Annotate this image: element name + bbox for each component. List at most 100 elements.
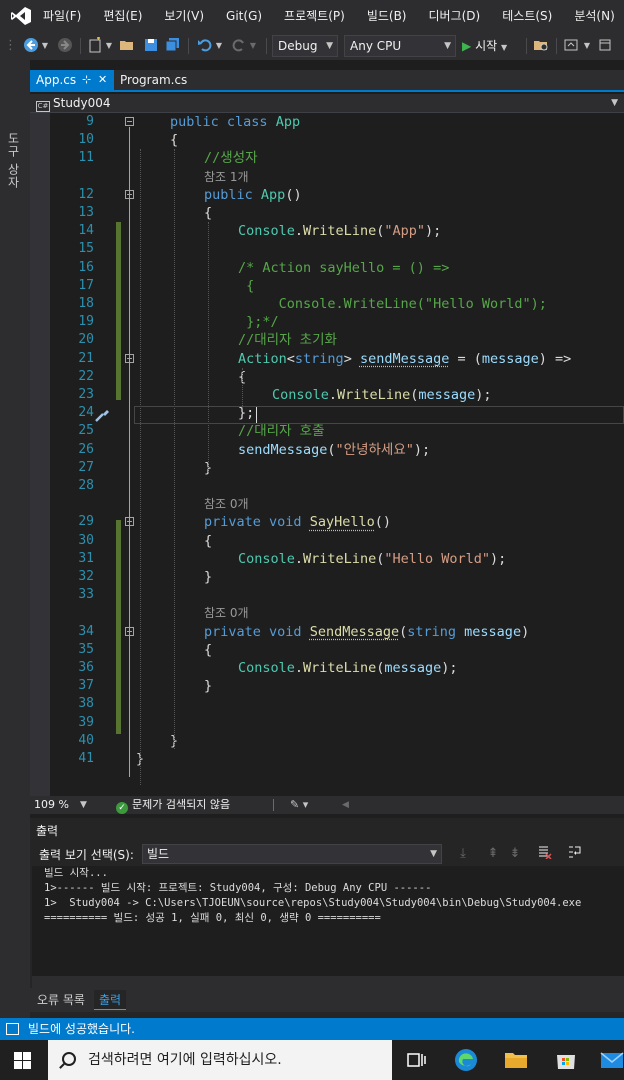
chevron-down-icon: ▼ — [326, 41, 333, 51]
code-text[interactable]: private void SayHello() — [204, 513, 391, 531]
line-number: 13 — [78, 205, 94, 220]
menu-item[interactable]: 테스트(S) — [491, 0, 563, 32]
home-window-icon[interactable] — [562, 37, 580, 55]
windows-start-icon[interactable] — [14, 1052, 31, 1069]
issues-indicator[interactable]: ✓ 문제가 검색되지 않음 — [116, 796, 230, 814]
menu-item[interactable]: 분석(N) — [563, 0, 624, 32]
code-text[interactable]: } — [204, 568, 212, 586]
browse-folder-icon[interactable] — [532, 37, 550, 55]
code-text[interactable]: { — [238, 277, 254, 295]
code-text[interactable]: //생성자 — [204, 149, 258, 167]
file-explorer-icon[interactable] — [504, 1048, 528, 1072]
toolbox-strip: 도구 상자 — [0, 60, 30, 1020]
code-text[interactable]: { — [170, 131, 178, 149]
reference-count-text[interactable]: 참조 0개 — [204, 495, 249, 513]
undo-dropdown-icon[interactable]: ▼ — [214, 37, 224, 55]
code-text[interactable]: { — [204, 641, 212, 659]
code-text[interactable]: public class App — [170, 113, 300, 131]
close-icon[interactable]: ✕ — [98, 70, 107, 90]
task-view-icon[interactable] — [404, 1048, 428, 1072]
project-navigation-combo[interactable]: C# Study004 ▼ — [32, 95, 622, 112]
output-panel-title: 출력 — [36, 824, 59, 838]
go-to-next-message-icon[interactable]: ⇟ — [506, 845, 524, 863]
clear-all-icon[interactable] — [536, 845, 554, 863]
code-text[interactable]: //대리자 초기화 — [238, 331, 337, 349]
code-text[interactable]: { — [204, 204, 212, 222]
redo-icon[interactable] — [230, 37, 248, 55]
line-number: 39 — [78, 714, 94, 730]
undo-icon[interactable] — [196, 37, 214, 55]
save-all-icon[interactable] — [164, 37, 182, 55]
collapse-outline-icon[interactable] — [125, 117, 134, 126]
code-text[interactable]: };*/ — [238, 313, 279, 331]
menu-item[interactable]: Git(G) — [215, 0, 273, 32]
code-text[interactable]: Console.WriteLine("Hello World"); — [238, 550, 506, 568]
scroll-left-icon[interactable]: ◀ — [342, 796, 349, 814]
mail-icon[interactable] — [600, 1048, 624, 1072]
tab-error-list[interactable]: 오류 목록 — [32, 990, 90, 1010]
line-number: 38 — [78, 696, 94, 712]
new-dropdown-icon[interactable]: ▼ — [104, 37, 114, 55]
reference-count-text[interactable]: 참조 1개 — [204, 168, 249, 186]
line-number: 20 — [78, 332, 94, 348]
reference-count-text[interactable]: 참조 0개 — [204, 604, 249, 622]
tab-program-cs[interactable]: Program.cs — [114, 70, 194, 90]
quick-actions-screwdriver-icon[interactable] — [94, 407, 112, 423]
start-debugging-button[interactable]: ▶ 시작 ▼ — [462, 37, 520, 55]
code-line: 9 public class App — [30, 113, 624, 131]
code-text[interactable]: public App() — [204, 186, 302, 204]
tab-output[interactable]: 출력 — [94, 990, 127, 1010]
menu-item[interactable]: 파일(F) — [32, 0, 92, 32]
back-icon[interactable] — [22, 37, 40, 55]
change-tracking-bar — [116, 222, 121, 400]
code-text[interactable]: { — [204, 532, 212, 550]
menu-item[interactable]: 디버그(D) — [418, 0, 492, 32]
microsoft-store-icon[interactable] — [554, 1048, 578, 1072]
toggle-word-wrap-icon[interactable] — [566, 845, 584, 863]
solution-configuration-combo[interactable]: Debug ▼ — [272, 35, 338, 57]
start-debugging-label: 시작 — [475, 39, 498, 53]
code-text[interactable]: Console.WriteLine(message); — [238, 659, 458, 677]
code-text[interactable]: //대리자 호출 — [238, 422, 324, 440]
line-number: 36 — [78, 660, 94, 675]
redo-dropdown-icon[interactable]: ▼ — [248, 37, 258, 55]
toolbox-tab[interactable]: 도구 상자 — [6, 132, 22, 189]
output-source-combo[interactable]: 빌드 ▼ — [142, 844, 442, 864]
forward-icon[interactable] — [56, 37, 74, 55]
toolbar-overflow-icon[interactable] — [596, 37, 614, 55]
output-horizontal-scrollbar[interactable] — [32, 976, 624, 988]
menu-item[interactable]: 프로젝트(P) — [273, 0, 356, 32]
tab-app-cs[interactable]: App.cs ⊹ ✕ — [30, 70, 114, 90]
window-dropdown-icon[interactable]: ▼ — [582, 37, 592, 55]
menu-item[interactable]: 빌드(B) — [356, 0, 418, 32]
find-message-icon[interactable]: ⤓ — [454, 845, 472, 863]
code-text[interactable]: /* Action sayHello = () => — [238, 259, 449, 277]
tab-label: Program.cs — [120, 73, 188, 87]
output-source-value: 빌드 — [147, 847, 170, 861]
code-text[interactable]: Console.WriteLine(message); — [272, 386, 492, 404]
code-line: 27} — [30, 459, 624, 477]
pin-icon[interactable]: ⊹ — [82, 70, 91, 90]
code-text[interactable]: Action<string> sendMessage = (message) =… — [238, 350, 571, 368]
code-line: 13 { — [30, 204, 624, 222]
output-text-area[interactable]: 빌드 시작... 1>------ 빌드 시작: 프로젝트: Study004,… — [32, 866, 624, 976]
code-text[interactable]: sendMessage("안녕하세요"); — [238, 441, 430, 459]
line-number: 23 — [78, 387, 94, 402]
code-text[interactable]: } — [204, 677, 212, 695]
line-number: 18 — [78, 296, 94, 311]
solution-platform-combo[interactable]: Any CPU ▼ — [344, 35, 456, 57]
go-to-previous-message-icon[interactable]: ⇞ — [484, 845, 502, 863]
open-folder-icon[interactable] — [118, 37, 136, 55]
edge-browser-icon[interactable] — [454, 1048, 478, 1072]
code-cleanup-icon[interactable]: ✎ ▾ — [290, 796, 308, 814]
back-dropdown-icon[interactable]: ▼ — [40, 37, 50, 55]
code-text[interactable]: Console.WriteLine("Hello World"); — [238, 295, 547, 313]
save-icon[interactable] — [142, 37, 160, 55]
menu-item[interactable]: 편집(E) — [92, 0, 153, 32]
code-text[interactable]: private void SendMessage(string message) — [204, 623, 529, 641]
menu-item[interactable]: 보기(V) — [153, 0, 215, 32]
code-editor[interactable]: 9 public class App 10 {11 //생성자 참조 1개 12 public… — [30, 113, 624, 796]
new-project-icon[interactable] — [86, 37, 104, 55]
code-text[interactable]: Console.WriteLine("App"); — [238, 222, 441, 240]
taskbar-search-box[interactable]: 검색하려면 여기에 입력하십시오. — [48, 1040, 392, 1080]
